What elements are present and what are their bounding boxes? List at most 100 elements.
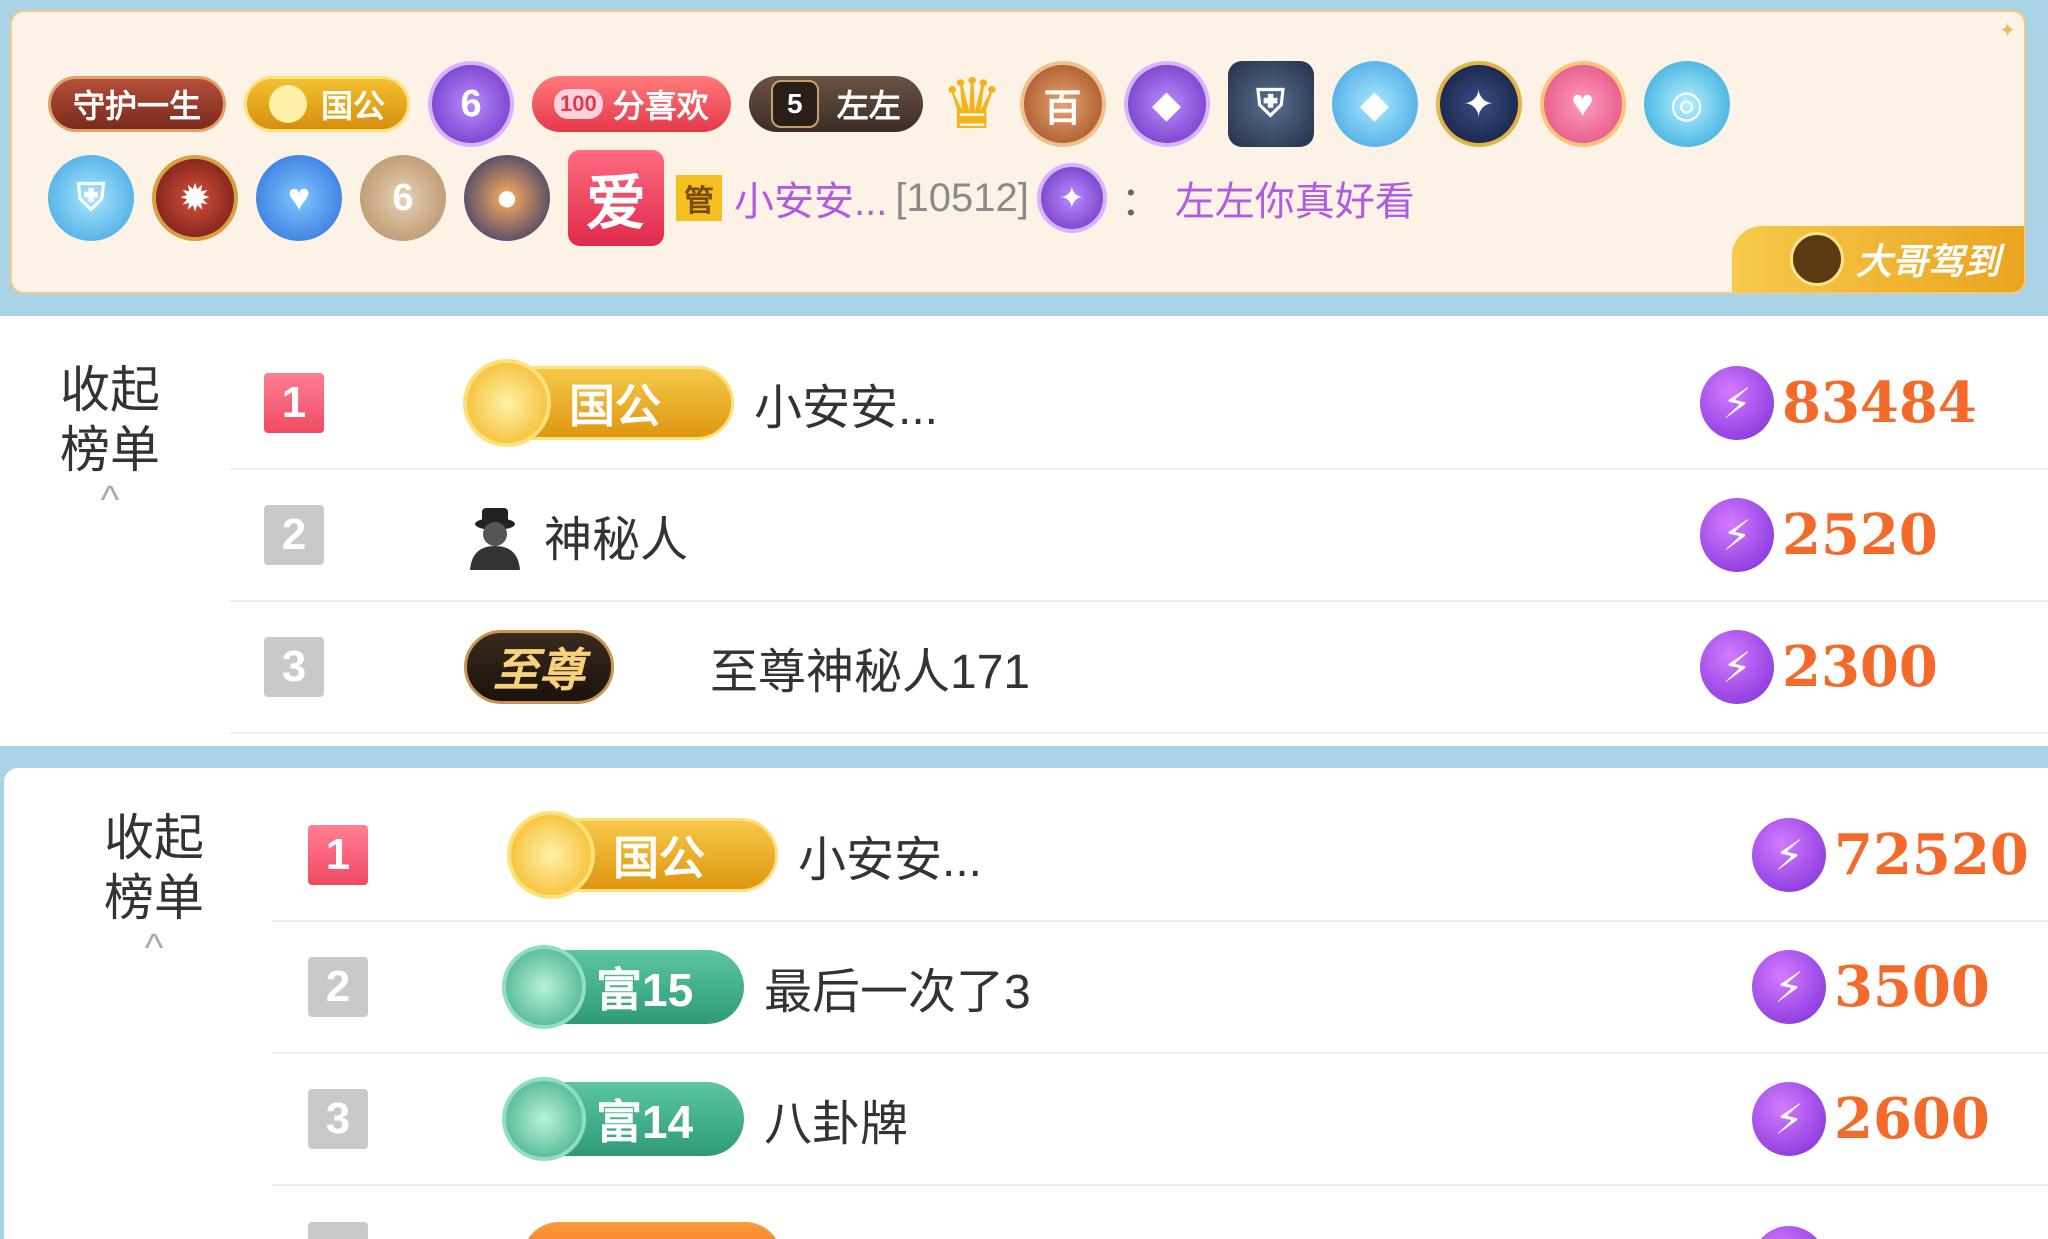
lightning-icon: ⚡ <box>1700 630 1774 704</box>
score: ⚡ 72520 <box>1752 818 2029 892</box>
fan-label: 左左 <box>836 88 901 124</box>
rank-badge: 1 <box>264 373 324 433</box>
collapse-label-line1: 收起 <box>60 362 160 418</box>
rank-badge-partial <box>308 1222 368 1239</box>
fen-xihuan-badge: 100 分喜欢 <box>532 76 731 132</box>
coin-icon <box>507 811 595 899</box>
chat-message-banner: ✦ 守护一生 国公 6 100 分喜欢 5 左左 ♛ 百 ◆ ⛨ ◆ ✦ ♥ ◎… <box>10 10 2026 294</box>
user-name[interactable]: 小安安... <box>754 368 938 438</box>
noble-medal-icon: ✦ <box>1036 163 1107 233</box>
table-row[interactable]: 1 国公 小安安... ⚡ 72520 <box>272 790 2048 922</box>
zuozuo-fan-badge: 5 左左 <box>748 76 923 132</box>
table-row[interactable]: 3 至尊 至尊神秘人171 ⚡ 2300 <box>230 602 2048 734</box>
lightning-icon: ⚡ <box>1752 950 1826 1024</box>
pink-heart-medal-icon: ♥ <box>1539 61 1626 147</box>
level-six-medal-icon: 6 <box>428 61 515 147</box>
big-brother-arrival-badge: 大哥驾到 <box>1732 226 2024 292</box>
crystal-medal-icon: ◆ <box>1331 61 1418 147</box>
collapse-leaderboard-button[interactable]: 收起 榜单 ^ <box>50 360 170 520</box>
mystery-person-icon <box>470 508 520 570</box>
badge-label: 富15 <box>596 964 694 1016</box>
badge-label: 国公 <box>569 380 661 432</box>
brother-icon <box>1789 232 1844 286</box>
lightning-icon: ⚡ <box>1700 498 1774 572</box>
orange-badge-partial <box>522 1222 782 1239</box>
score: ⚡ 83484 <box>1700 366 1977 440</box>
guard-shield-icon: ⛨ <box>1227 61 1314 147</box>
swirl-medal-icon: ◎ <box>1643 61 1730 147</box>
guogong-badge: 国公 <box>463 359 734 447</box>
badge-label: 富14 <box>596 1096 694 1148</box>
fen-label: 分喜欢 <box>612 88 709 124</box>
user-name[interactable]: 八卦牌 <box>764 1084 908 1154</box>
dragon-medal-icon: ✹ <box>152 155 238 241</box>
hundred-medal-icon: 百 <box>1019 61 1106 147</box>
collapse-label-line2: 榜单 <box>60 422 160 478</box>
score: ⚡ 2600 <box>1752 1082 1990 1156</box>
purple-gem-medal-icon: ◆ <box>1123 61 1210 147</box>
chat-message-text: 左左你真好看 <box>1174 180 1415 224</box>
crown-icon: ♛ <box>940 65 1004 143</box>
heart-medal-icon: ♥ <box>256 155 342 241</box>
user-name[interactable]: 小安安... <box>798 820 982 890</box>
table-row[interactable]: 2 神秘人 ⚡ 2520 <box>230 470 2048 602</box>
table-row[interactable]: 3 富14 八卦牌 ⚡ 2600 <box>272 1054 2048 1186</box>
user-name[interactable]: 至尊神秘人171 <box>710 632 1030 702</box>
collapse-leaderboard-button[interactable]: 收起 榜单 ^ <box>94 808 214 968</box>
score: ⚡ 3500 <box>1752 950 1990 1024</box>
chevron-up-icon: ^ <box>144 926 164 970</box>
fu-wealth-badge: 富15 <box>502 945 744 1029</box>
user-name[interactable]: 神秘人 <box>544 500 688 570</box>
rank-badge: 2 <box>264 505 324 565</box>
guogong-badge: 国公 <box>244 76 411 132</box>
six-medal-icon: 6 <box>360 155 446 241</box>
lightning-icon: ⚡ <box>1752 818 1826 892</box>
score-value: 3500 <box>1834 954 1990 1020</box>
score-value: 2520 <box>1782 502 1938 568</box>
brother-label: 大哥驾到 <box>1855 241 2000 282</box>
wealth-icon <box>502 1077 586 1161</box>
guogong-badge: 国公 <box>507 811 778 899</box>
score-value: 72520 <box>1834 822 2029 888</box>
table-row[interactable]: 1 国公 小安安... ⚡ 83484 <box>230 338 2048 470</box>
zhizun-badge: 至尊 <box>464 630 614 704</box>
guard-badge: 守护一生 <box>48 76 227 132</box>
score: ⚡ 2520 <box>1700 498 1938 572</box>
wealth-icon <box>502 945 586 1029</box>
lightning-icon: ⚡ <box>1700 366 1774 440</box>
admin-badge: 管 <box>676 175 722 221</box>
score-value: 2600 <box>1834 1086 1990 1152</box>
rank-badge: 3 <box>264 637 324 697</box>
rank-badge: 3 <box>308 1089 368 1149</box>
chat-user-id: [10512] <box>895 175 1029 220</box>
lightning-icon: ⚡ <box>1752 1082 1826 1156</box>
coin-icon <box>463 359 551 447</box>
fen-count: 100 <box>554 89 603 119</box>
chat-badge-row: 守护一生 国公 6 100 分喜欢 5 左左 ♛ 百 ◆ ⛨ ◆ ✦ ♥ ◎ <box>48 54 1748 154</box>
collapse-label-line2: 榜单 <box>104 870 204 926</box>
coin-icon <box>269 85 308 123</box>
user-name[interactable]: 最后一次了3 <box>764 952 1031 1022</box>
table-row-partial <box>272 1186 2048 1239</box>
rank-badge: 2 <box>308 957 368 1017</box>
chat-colon: ： <box>1120 180 1161 224</box>
sparkle-icon: ✦ <box>1999 20 2016 42</box>
table-row[interactable]: 2 富15 最后一次了3 ⚡ 3500 <box>272 922 2048 1054</box>
collapse-label-line1: 收起 <box>104 810 204 866</box>
blue-shield-medal-icon: ⛨ <box>48 155 134 241</box>
chat-username[interactable]: 小安安... <box>734 169 887 227</box>
rank-badge: 1 <box>308 825 368 885</box>
score: ⚡ 2300 <box>1700 630 1938 704</box>
chevron-up-icon: ^ <box>100 478 120 522</box>
fu-wealth-badge: 富14 <box>502 1077 744 1161</box>
star-medal-icon: ✦ <box>1435 61 1522 147</box>
lightning-icon <box>1752 1226 1826 1239</box>
orb-medal-icon: ● <box>464 155 550 241</box>
score-value: 2300 <box>1782 634 1938 700</box>
guogong-badge-label: 国公 <box>321 88 386 124</box>
chat-message-row: ⛨ ✹ ♥ 6 ● 爱 管 小安安... [10512] ✦ ： 左左你真好看 <box>48 148 1415 248</box>
fan-level: 5 <box>770 80 819 128</box>
badge-label: 国公 <box>613 832 705 884</box>
ai-badge: 爱 <box>568 150 664 246</box>
score-value: 83484 <box>1782 370 1977 436</box>
